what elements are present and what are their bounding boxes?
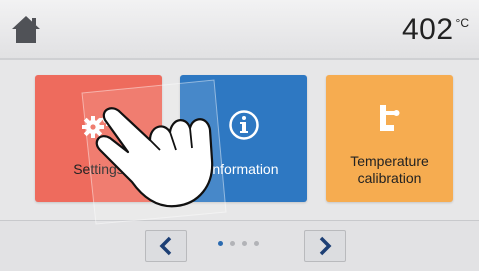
screen: 402 °C Settings Information Temperature … [0, 0, 479, 271]
temperature-calibration-label: Temperature calibration [350, 153, 429, 186]
page-indicator [218, 241, 259, 246]
gear-icon [81, 112, 114, 138]
chevron-left-icon [159, 236, 172, 256]
page-dot [254, 241, 259, 246]
home-button[interactable] [10, 13, 42, 45]
info-icon [228, 110, 259, 140]
temperature-unit: °C [455, 16, 469, 30]
home-icon [12, 16, 40, 43]
header-bar: 402 °C [0, 0, 479, 60]
information-tile[interactable]: Information [180, 75, 307, 202]
chevron-right-icon [319, 236, 332, 256]
next-page-button[interactable] [304, 230, 346, 262]
page-dot [230, 241, 235, 246]
page-dot-active [218, 241, 223, 246]
settings-tile[interactable]: Settings [35, 75, 162, 202]
temperature-display: 402 °C [402, 12, 469, 48]
temperature-calibration-tile[interactable]: Temperature calibration [326, 75, 453, 202]
page-dot [242, 241, 247, 246]
information-label: Information [208, 161, 279, 177]
settings-label: Settings [73, 161, 124, 177]
calibration-icon [379, 105, 399, 131]
footer-bar [0, 220, 479, 271]
temperature-value: 402 [401, 13, 454, 46]
previous-page-button[interactable] [145, 230, 187, 262]
